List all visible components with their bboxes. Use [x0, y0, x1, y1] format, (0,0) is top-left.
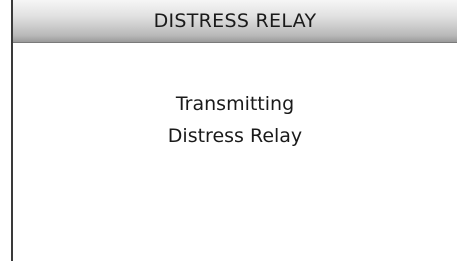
- radio-display-screen: DISTRESS RELAY Transmitting Distress Rel…: [0, 0, 457, 261]
- screen-title: DISTRESS RELAY: [153, 10, 317, 32]
- status-message: Transmitting Distress Relay: [13, 88, 457, 152]
- status-line-distress-relay: Distress Relay: [167, 125, 303, 147]
- status-line-transmitting: Transmitting: [175, 93, 295, 115]
- title-bar: DISTRESS RELAY: [13, 0, 457, 43]
